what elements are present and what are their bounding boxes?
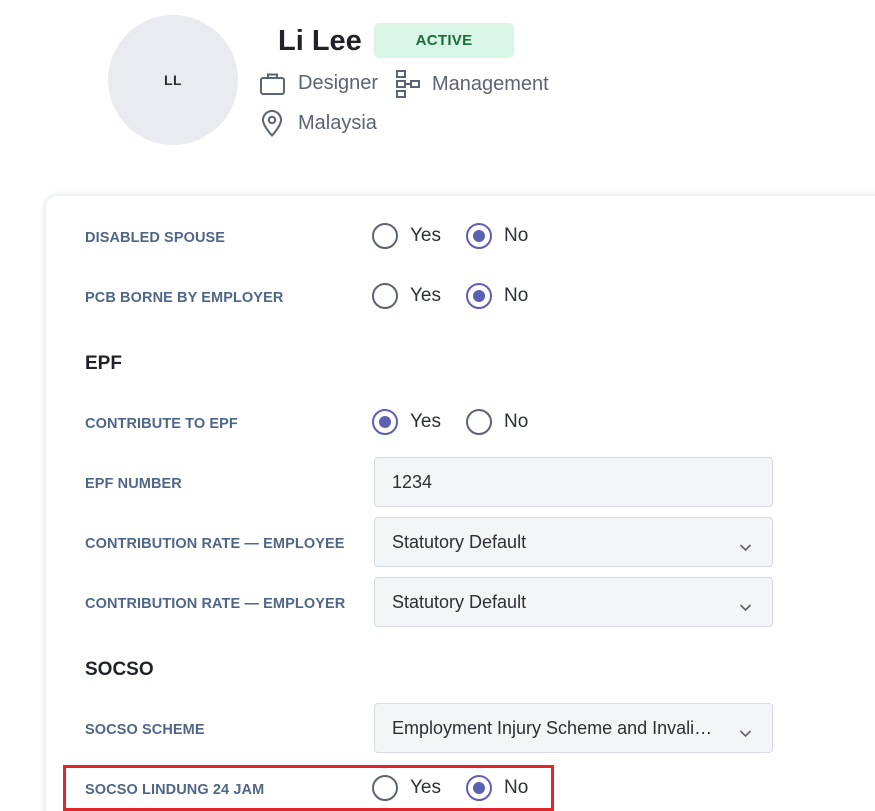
- briefcase-icon: [259, 70, 286, 97]
- pcb-borne-no-radio[interactable]: No: [466, 283, 528, 309]
- status-badge: ACTIVE: [374, 23, 514, 58]
- department-label: Management: [432, 73, 549, 95]
- rate-employer-select[interactable]: Statutory Default: [374, 577, 773, 627]
- pcb-borne-yes-radio[interactable]: Yes: [372, 283, 441, 309]
- org-chart-icon: [396, 70, 420, 99]
- location-pin-icon: [261, 110, 283, 137]
- contribute-epf-no-radio[interactable]: No: [466, 409, 528, 435]
- role-label: Designer: [298, 72, 379, 94]
- role-info: Designer: [259, 70, 378, 97]
- chevron-down-icon: [739, 722, 752, 743]
- pcb-borne-label: PCB BORNE BY EMPLOYER: [85, 290, 284, 306]
- avatar: LL: [108, 15, 238, 145]
- location-info: Malaysia: [261, 110, 377, 137]
- rate-employee-value: Statutory Default: [392, 531, 527, 552]
- epf-heading: EPF: [85, 353, 122, 374]
- socso-lindung-label: SOCSO LINDUNG 24 JAM: [85, 782, 265, 798]
- disabled-spouse-label: DISABLED SPOUSE: [85, 230, 226, 246]
- avatar-initials: LL: [163, 72, 183, 88]
- contribute-epf-label: CONTRIBUTE TO EPF: [85, 416, 238, 432]
- socso-scheme-value: Employment Injury Scheme and Invalidit…: [392, 717, 717, 738]
- socso-scheme-select[interactable]: Employment Injury Scheme and Invalidit…: [374, 703, 773, 753]
- country-label: Malaysia: [298, 112, 377, 134]
- disabled-spouse-yes-radio[interactable]: Yes: [372, 223, 441, 249]
- socso-lindung-yes-radio[interactable]: Yes: [372, 775, 441, 801]
- chevron-down-icon: [739, 596, 752, 617]
- rate-employee-select[interactable]: Statutory Default: [374, 517, 773, 567]
- rate-employer-label: CONTRIBUTION RATE — EMPLOYER: [85, 596, 346, 612]
- chevron-down-icon: [739, 536, 752, 557]
- socso-lindung-no-radio[interactable]: No: [466, 775, 528, 801]
- disabled-spouse-no-radio[interactable]: No: [466, 223, 528, 249]
- epf-number-input[interactable]: 1234: [374, 457, 773, 507]
- employee-name: Li Lee: [278, 25, 362, 57]
- rate-employee-label: CONTRIBUTION RATE — EMPLOYEE: [85, 536, 345, 552]
- epf-number-value: 1234: [392, 471, 433, 492]
- department-info: Management: [396, 70, 549, 99]
- rate-employer-value: Statutory Default: [392, 591, 527, 612]
- contribute-epf-yes-radio[interactable]: Yes: [372, 409, 441, 435]
- socso-heading: SOCSO: [85, 659, 154, 680]
- epf-number-label: EPF NUMBER: [85, 476, 182, 492]
- socso-scheme-label: SOCSO SCHEME: [85, 722, 205, 738]
